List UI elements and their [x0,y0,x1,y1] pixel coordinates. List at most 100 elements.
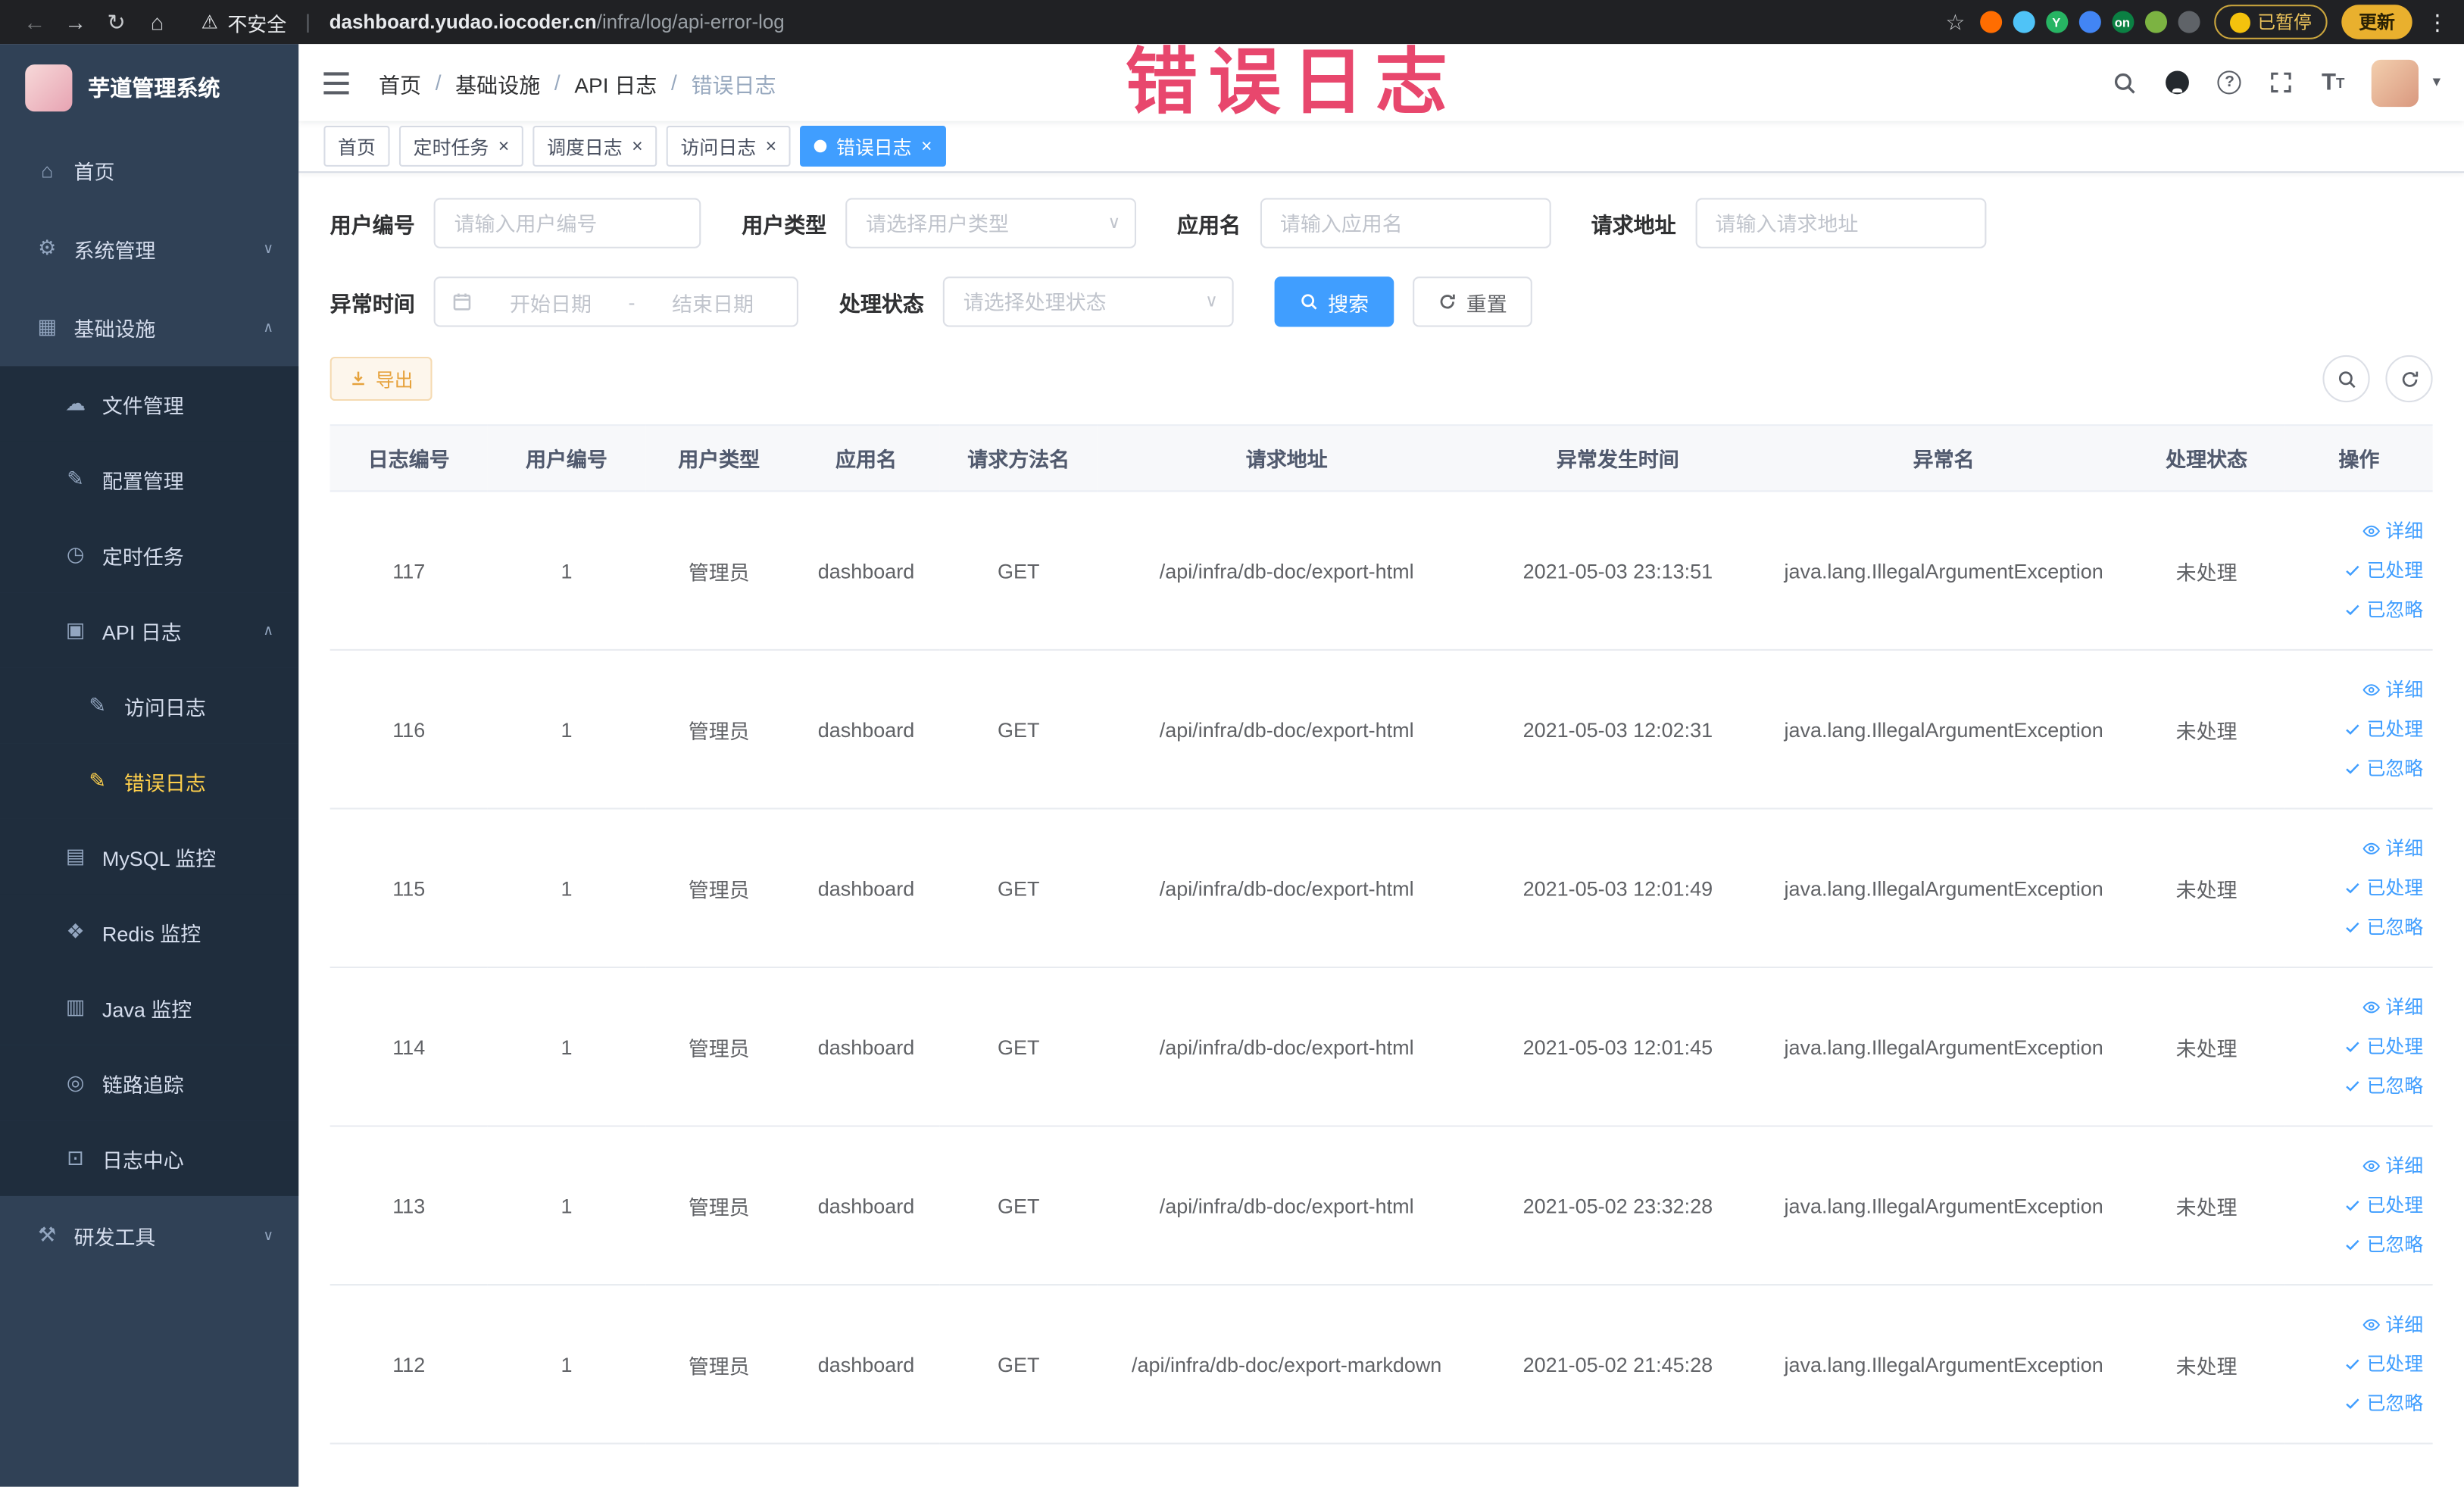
update-button[interactable]: 更新 [2341,5,2412,39]
sidebar-item-job[interactable]: ◷ 定时任务 [0,517,299,593]
extension-icon[interactable] [2177,11,2200,33]
sidebar-item-dev-tools[interactable]: ⚒ 研发工具 ∨ [0,1196,298,1275]
export-button[interactable]: 导出 [329,356,433,401]
browser-menu-icon[interactable]: ⋮ [2426,8,2448,35]
sidebar-item-redis[interactable]: ❖ Redis 监控 [0,894,299,970]
sidebar-item-trace[interactable]: ◎ 链路追踪 [0,1045,299,1121]
redis-icon: ❖ [66,919,85,943]
home-icon[interactable]: ⌂ [139,9,176,34]
close-icon[interactable]: × [766,136,777,155]
end-date-placeholder[interactable]: 结束日期 [645,287,781,317]
search-button-label: 搜索 [1328,291,1369,315]
action-detail[interactable]: 详细 [2295,511,2423,551]
user-type-select[interactable] [845,198,1137,248]
help-icon[interactable]: ? [2218,70,2242,95]
forward-icon[interactable]: → [57,9,95,34]
extension-icon[interactable] [2078,11,2100,33]
action-processed[interactable]: 已处理 [2295,868,2423,908]
column-header: 请求方法名 [939,424,1098,492]
sidebar-item-api-log[interactable]: ▣ API 日志 ∧ [0,592,299,668]
search-icon[interactable] [2111,69,2138,95]
tab-tag-4[interactable]: 错误日志 × [800,125,947,167]
reload-icon[interactable]: ↻ [98,8,136,35]
request-url-input[interactable] [1694,198,1986,248]
extension-icon[interactable] [1979,11,2002,33]
sidebar-item-system[interactable]: ⚙ 系统管理 ∨ [0,209,298,288]
action-label: 已忽略 [2366,1074,2424,1097]
font-size-small: T [2335,76,2345,92]
action-processed[interactable]: 已处理 [2295,710,2423,749]
cell-exception-time: 2021-05-02 21:45:28 [1476,1285,1760,1445]
action-detail[interactable]: 详细 [2295,829,2423,868]
action-detail[interactable]: 详细 [2295,1305,2423,1345]
close-icon[interactable]: × [632,136,643,155]
action-processed[interactable]: 已处理 [2295,551,2423,590]
back-icon[interactable]: ← [16,9,54,34]
sidebar-item-mysql[interactable]: ▤ MySQL 监控 [0,818,299,895]
extension-icon[interactable] [2144,11,2166,33]
action-ignored[interactable]: 已忽略 [2295,908,2423,947]
breadcrumb-item[interactable]: API 日志 [574,67,657,98]
github-icon[interactable] [2164,69,2191,95]
action-processed[interactable]: 已处理 [2295,1027,2423,1067]
action-processed[interactable]: 已处理 [2295,1345,2423,1384]
action-ignored[interactable]: 已忽略 [2295,1225,2423,1264]
font-size-icon[interactable]: TT [2322,70,2344,94]
fullscreen-icon[interactable] [2268,69,2294,95]
process-status-select[interactable] [942,276,1234,327]
sidebar-item-java[interactable]: ▥ Java 监控 [0,970,299,1045]
action-ignored[interactable]: 已忽略 [2295,590,2423,629]
sidebar-item-access-log[interactable]: ✎ 访问日志 [0,667,299,744]
cell-exception-time: 2021-05-03 12:02:31 [1476,649,1760,810]
sidebar-item-file[interactable]: ☁ 文件管理 [0,366,299,442]
app-name-input[interactable] [1259,198,1551,248]
tab-tag-1[interactable]: 定时任务 × [399,125,523,167]
action-detail[interactable]: 详细 [2295,988,2423,1027]
sidebar-item-infra[interactable]: ▦ 基础设施 ∧ [0,288,298,367]
action-processed[interactable]: 已处理 [2295,1186,2423,1225]
log-center-icon: ⊡ [67,1145,84,1170]
extension-icon[interactable]: on [2111,11,2134,33]
start-date-placeholder[interactable]: 开始日期 [482,287,619,317]
action-ignored[interactable]: 已忽略 [2295,1067,2424,1106]
action-ignored[interactable]: 已忽略 [2295,1384,2423,1423]
breadcrumb-item[interactable]: 基础设施 [455,67,540,98]
sidebar-item-log-center[interactable]: ⊡ 日志中心 [0,1120,299,1196]
breadcrumb-item[interactable]: 首页 [379,67,421,98]
tab-tag-2[interactable]: 调度日志 × [532,125,657,167]
sidebar-item-error-log[interactable]: ✎ 错误日志 [0,743,299,819]
sidebar-item-config[interactable]: ✎ 配置管理 [0,441,299,517]
user-id-input[interactable] [433,198,701,248]
toggle-search-button[interactable] [2322,355,2370,403]
extension-icon[interactable] [2012,11,2035,33]
cell-exception-name: java.lang.IllegalArgumentException [1760,1285,2128,1445]
search-button[interactable]: 搜索 [1274,276,1394,327]
action-detail[interactable]: 详细 [2295,1146,2423,1186]
home-icon: ⌂ [41,158,54,182]
close-icon[interactable]: × [498,136,510,155]
close-icon[interactable]: × [921,136,932,155]
security-area[interactable]: ⚠ 不安全 | dashboard.yudao.iocoder.cn/infra… [201,7,785,36]
cell-user-type: 管理员 [645,649,793,810]
java-icon: ▥ [65,995,86,1019]
check-icon [2346,883,2359,894]
tab-tag-3[interactable]: 访问日志 × [666,125,791,167]
hamburger-icon[interactable] [322,67,353,98]
action-ignored[interactable]: 已忽略 [2295,749,2423,789]
reset-button[interactable]: 重置 [1413,276,1532,327]
avatar[interactable] [2371,58,2419,107]
trace-icon: ◎ [66,1070,85,1094]
sidebar-item-home[interactable]: ⌂ 首页 [0,130,298,209]
tab-tag-0[interactable]: 首页 [323,125,390,167]
paused-badge[interactable]: 已暂停 [2213,5,2328,39]
chevron-down-icon[interactable]: ▾ [2433,74,2441,92]
column-header: 用户类型 [645,424,793,492]
cloud-icon: ☁ [65,391,86,415]
refresh-table-button[interactable] [2385,355,2433,403]
exception-time-range-picker[interactable]: 开始日期 - 结束日期 [433,276,798,327]
bookmark-star-icon[interactable]: ☆ [1945,8,1965,35]
cell-app-name: dashboard [792,1126,940,1286]
extension-icon[interactable]: Y [2045,11,2068,33]
action-detail[interactable]: 详细 [2295,670,2423,710]
address-bar[interactable]: dashboard.yudao.iocoder.cn/infra/log/api… [329,11,785,33]
